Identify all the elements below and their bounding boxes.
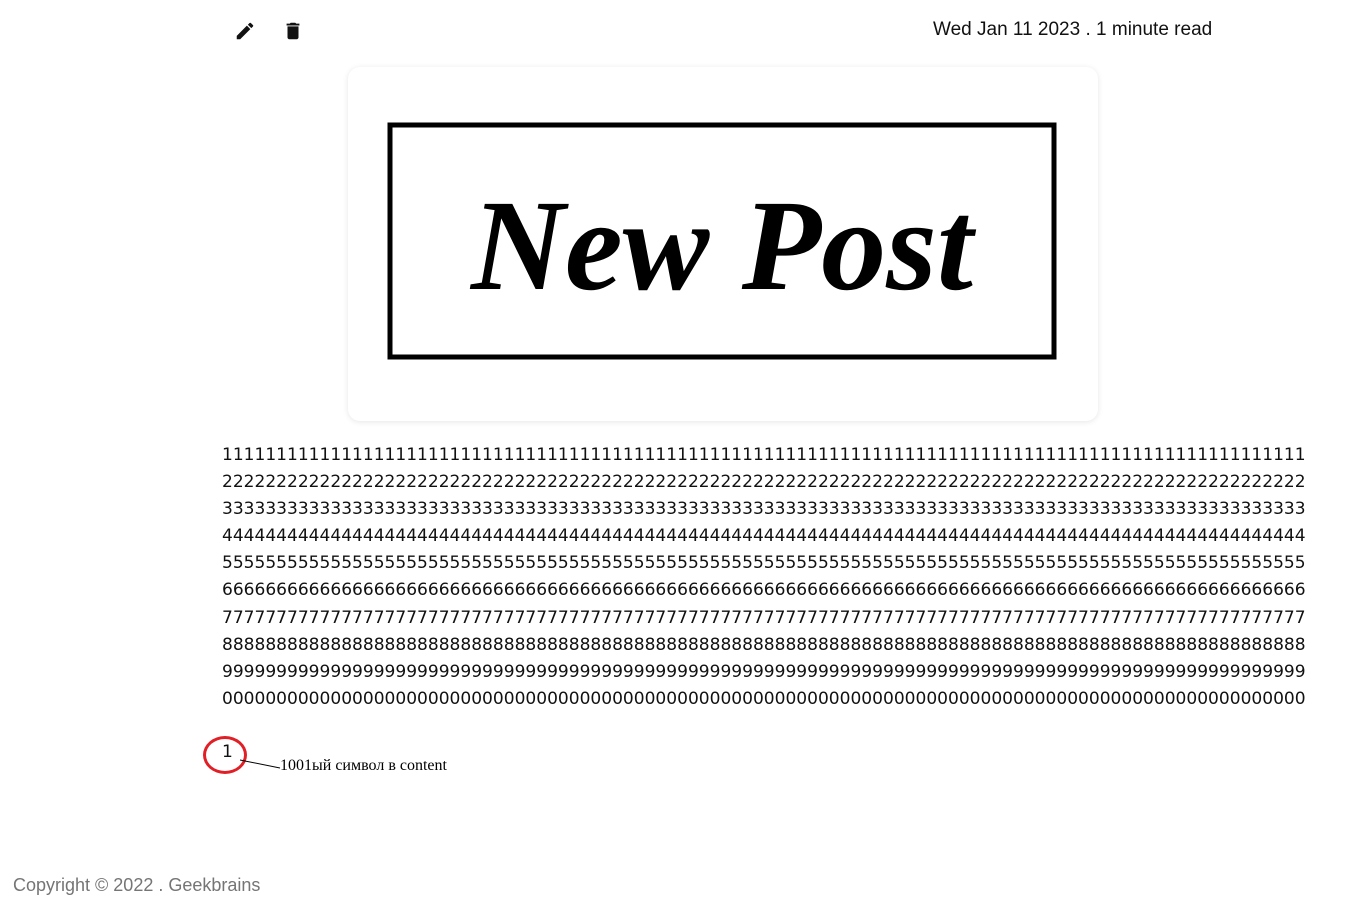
- post-image-text: New Post: [469, 174, 977, 318]
- content-line: 7777777777777777777777777777777777777777…: [222, 607, 1306, 628]
- edit-button[interactable]: [232, 17, 258, 45]
- content-line: 9999999999999999999999999999999999999999…: [222, 661, 1306, 682]
- content-line: 1111111111111111111111111111111111111111…: [222, 445, 1306, 465]
- post-meta: Wed Jan 11 2023 . 1 minute read: [933, 19, 1213, 40]
- post-image: New Post: [387, 122, 1057, 360]
- content-line: 5555555555555555555555555555555555555555…: [222, 553, 1306, 574]
- content-line: 8888888888888888888888888888888888888888…: [222, 634, 1306, 655]
- annotation-circle: [203, 736, 247, 774]
- trash-icon: [286, 22, 300, 40]
- footer-copyright: Copyright © 2022 . Geekbrains: [13, 875, 261, 895]
- post-image-card: New Post: [348, 67, 1098, 421]
- delete-button[interactable]: [280, 17, 306, 45]
- content-line: 6666666666666666666666666666666666666666…: [222, 580, 1306, 601]
- post-toolbar: [232, 17, 306, 45]
- content-line: 4444444444444444444444444444444444444444…: [222, 526, 1306, 547]
- annotation-label: 1001ый символ в content: [280, 757, 447, 774]
- content-line: 2222222222222222222222222222222222222222…: [222, 472, 1306, 493]
- content-line: 3333333333333333333333333333333333333333…: [222, 499, 1306, 520]
- pencil-icon: [236, 22, 254, 40]
- post-content: 1111111111111111111111111111111111111111…: [222, 442, 1362, 713]
- content-line: 0000000000000000000000000000000000000000…: [222, 688, 1306, 709]
